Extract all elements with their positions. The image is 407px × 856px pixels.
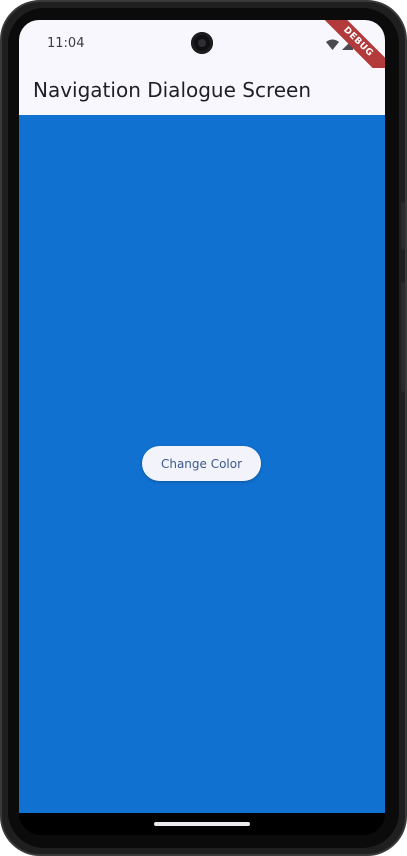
power-button bbox=[401, 202, 405, 250]
content-area: Change Color bbox=[19, 115, 385, 813]
camera-lens bbox=[198, 39, 206, 47]
phone-frame: 11:04 DEBUG Navigation Dialogue Screen C… bbox=[0, 0, 407, 856]
volume-button bbox=[401, 282, 405, 392]
app-bar: Navigation Dialogue Screen bbox=[19, 68, 385, 115]
status-time: 11:04 bbox=[47, 36, 85, 51]
home-indicator[interactable] bbox=[154, 822, 250, 826]
screen: 11:04 DEBUG Navigation Dialogue Screen C… bbox=[19, 20, 385, 835]
status-bar: 11:04 DEBUG bbox=[19, 20, 385, 87]
wifi-icon bbox=[326, 37, 339, 55]
page-title: Navigation Dialogue Screen bbox=[33, 78, 312, 102]
front-camera-icon bbox=[191, 32, 213, 54]
change-color-button[interactable]: Change Color bbox=[142, 446, 261, 481]
system-navigation-bar bbox=[19, 813, 385, 835]
